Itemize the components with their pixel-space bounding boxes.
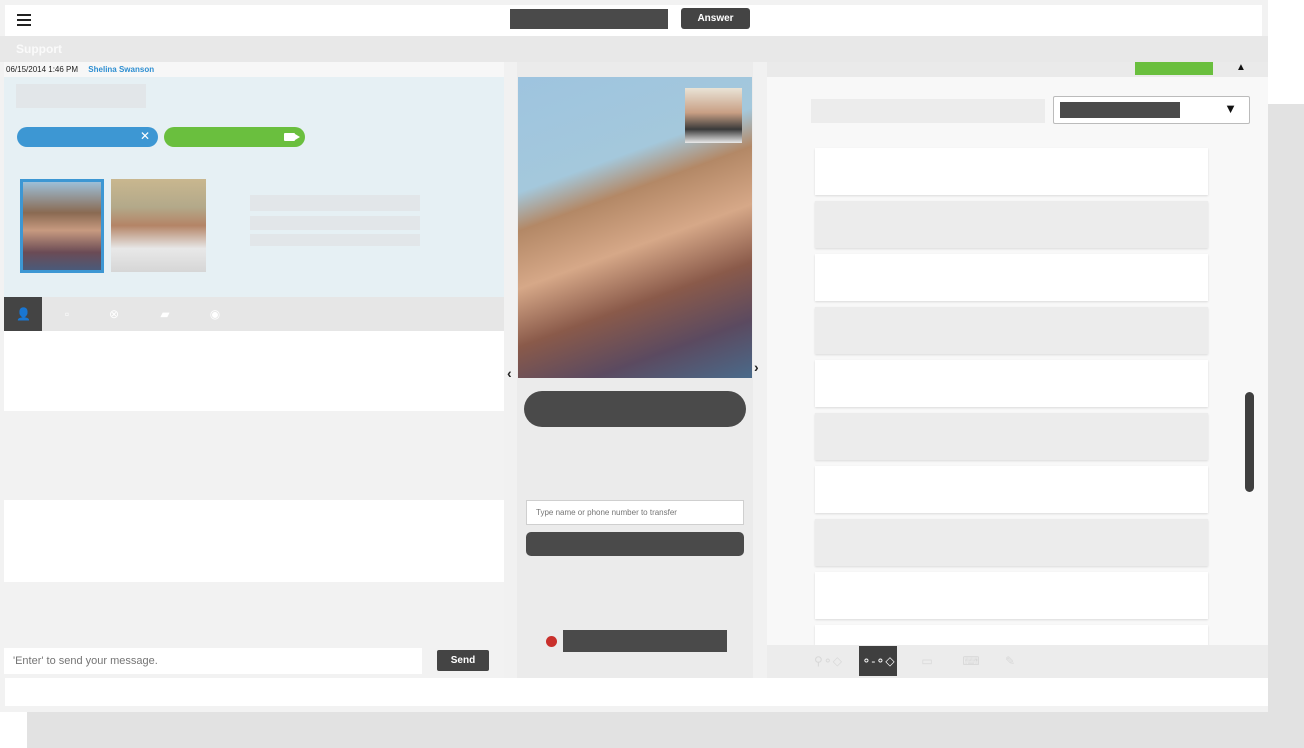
message-row	[4, 411, 504, 500]
chat-bubble-icon: ▰	[160, 307, 170, 321]
primary-call-action-button[interactable]	[524, 391, 746, 427]
detail-placeholder	[250, 216, 420, 230]
conversation-tabs: 👤 ▫ ⊗ ▰ ◉	[4, 297, 504, 331]
workflow-toolbar: ⚲⚬◇ ⚬-⚬◇ ▭ ⌨ ✎	[767, 645, 1268, 678]
workflow-select[interactable]: ▼	[1053, 96, 1250, 124]
participant-thumbnail-selected[interactable]	[20, 179, 104, 273]
video-call-pill[interactable]	[164, 127, 305, 147]
contact-name[interactable]: Shelina Swanson	[88, 65, 154, 74]
tab-dispositions[interactable]: ⊗	[95, 297, 133, 331]
next-arrow-icon[interactable]: ›	[754, 359, 759, 375]
scrollbar[interactable]	[1245, 392, 1254, 492]
workflow-card[interactable]	[815, 413, 1208, 460]
message-row	[4, 331, 504, 411]
close-circle-icon: ⊗	[108, 307, 120, 321]
workflow-card[interactable]	[815, 148, 1208, 195]
collapse-up-icon[interactable]: ▲	[1236, 62, 1246, 73]
tab-notes[interactable]: ▫	[48, 297, 86, 331]
app-window: Answer Support 06/15/2014 1:46 PM Shelin…	[0, 0, 1268, 712]
chat-message-input[interactable]	[4, 648, 422, 674]
close-icon[interactable]: ✕	[140, 129, 150, 143]
blue-action-pill[interactable]: ✕	[17, 127, 158, 147]
pen-icon[interactable]: ✎	[991, 646, 1029, 676]
contact-info-area: ✕	[4, 77, 504, 297]
workflow-panel: ▲ ▼ ⚲⚬◇ ⚬-⚬◇ ▭ ⌨ ✎	[767, 62, 1268, 678]
dropdown-caret-icon: ▼	[1224, 101, 1237, 116]
previous-arrow-icon[interactable]: ‹	[507, 365, 512, 381]
conversation-panel: 06/15/2014 1:46 PM Shelina Swanson ✕ 👤 ▫	[4, 62, 504, 678]
user-workflow-icon[interactable]: ⚲⚬◇	[809, 646, 847, 676]
workflow-header: ▲	[767, 62, 1268, 77]
recording-status-redacted	[563, 630, 727, 652]
section-header: Support	[0, 36, 1268, 62]
message-row	[4, 500, 504, 582]
workflow-icon[interactable]: ⚬-⚬◇	[859, 646, 897, 676]
section-title: Support	[16, 42, 62, 56]
workflow-card[interactable]	[815, 572, 1208, 619]
participant-thumbnail[interactable]	[111, 179, 206, 272]
message-row	[4, 582, 504, 648]
camera-icon: ◉	[209, 307, 221, 321]
status-indicator	[1135, 62, 1213, 75]
video-panel: ‹ ›	[504, 62, 767, 678]
tab-camera[interactable]: ◉	[196, 297, 234, 331]
workflow-card[interactable]	[815, 307, 1208, 354]
transfer-button[interactable]	[526, 532, 744, 556]
workflow-select-value	[1060, 102, 1180, 118]
conversation-meta: 06/15/2014 1:46 PM Shelina Swanson	[4, 62, 504, 77]
tab-chat[interactable]: ▰	[146, 297, 184, 331]
caller-id-redacted	[510, 9, 668, 29]
answer-button[interactable]: Answer	[681, 8, 750, 29]
detail-placeholder	[250, 195, 420, 211]
top-bar: Answer	[5, 5, 1262, 36]
window-icon[interactable]: ▭	[908, 646, 946, 676]
workflow-search-placeholder[interactable]	[811, 99, 1045, 123]
workflow-card[interactable]	[815, 519, 1208, 566]
footer-bar	[5, 678, 1268, 706]
detail-placeholder	[250, 234, 420, 246]
info-placeholder	[16, 84, 146, 108]
note-icon: ▫	[64, 307, 70, 321]
workflow-card[interactable]	[815, 466, 1208, 513]
workflow-card[interactable]	[815, 201, 1208, 248]
person-icon: 👤	[16, 307, 31, 321]
transfer-input[interactable]	[526, 500, 744, 525]
keyboard-icon[interactable]: ⌨	[952, 646, 990, 676]
workflow-card[interactable]	[815, 360, 1208, 407]
hamburger-menu-icon[interactable]	[17, 14, 31, 26]
video-camera-icon	[284, 133, 300, 141]
workflow-card[interactable]	[815, 254, 1208, 301]
recording-indicator-icon	[546, 636, 557, 647]
workflow-card[interactable]	[815, 625, 1208, 645]
local-video-preview	[685, 88, 742, 143]
send-button[interactable]: Send	[437, 650, 489, 671]
timestamp: 06/15/2014 1:46 PM	[6, 65, 79, 74]
tab-contact[interactable]: 👤	[4, 297, 42, 331]
